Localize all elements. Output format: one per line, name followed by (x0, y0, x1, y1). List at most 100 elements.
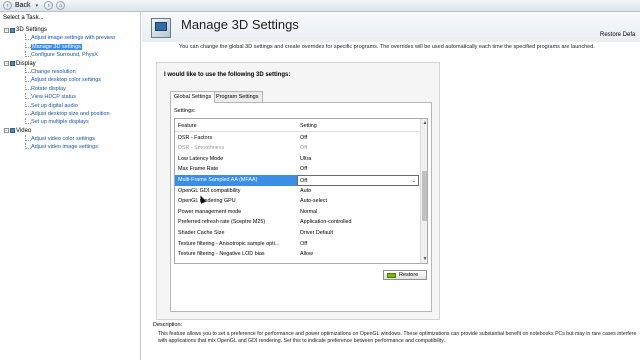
table-row-selected[interactable]: Multi-Frame Sampled AA (MFAA) Off ⌄ (175, 175, 420, 186)
setting-cell: Off (300, 134, 308, 141)
sidebar-item-manage-3d-settings[interactable]: Manage 3D settings (0, 42, 140, 51)
table-row[interactable]: Preferred refresh rate (Sceptre M25) App… (175, 217, 420, 228)
category-label: Video (16, 127, 32, 134)
sidebar-item-desktop-color[interactable]: Adjust desktop color settings (0, 76, 140, 84)
page-header: Manage 3D Settings Restore Defa (142, 12, 640, 42)
feature-cell: Power management mode (178, 208, 242, 215)
description-label: Description: (153, 322, 183, 328)
back-button-label[interactable]: Back (15, 2, 31, 9)
column-header-setting: Setting (300, 123, 317, 129)
tab-label: Global Settings (174, 94, 212, 100)
tab-global-settings[interactable]: Global Settings (170, 91, 216, 103)
sidebar-item-adjust-image-settings[interactable]: Adjust image settings with preview (0, 34, 140, 42)
setting-cell: Auto (300, 187, 312, 194)
setting-cell: Ultra (300, 155, 312, 162)
scroll-down-icon[interactable]: ▼ (421, 255, 427, 263)
feature-cell: Max Frame Rate (178, 166, 219, 173)
table-row[interactable]: Texture filtering - Anisotropic sample o… (175, 239, 420, 250)
sidebar-item-label: Set up digital audio (31, 102, 78, 109)
folder-icon (10, 61, 15, 67)
tree-category-video[interactable]: − Video (0, 127, 140, 135)
toolbar: ‹ Back ▾ › ⌂ (0, 0, 640, 12)
sidebar-item-label: Adjust desktop size and position (31, 110, 110, 117)
folder-icon (10, 27, 15, 33)
panel-label: I would like to use the following 3D set… (164, 72, 291, 78)
setting-cell: Driver Default (300, 230, 333, 236)
category-label: 3D Settings (16, 27, 48, 33)
table-row[interactable]: OpenGL rendering GPU Auto-select (175, 196, 420, 207)
setting-cell: Off (300, 240, 308, 247)
restore-button-label: Restore (399, 272, 419, 278)
setting-cell: Off (300, 145, 308, 152)
arrow-left-icon[interactable]: ‹ (3, 1, 12, 10)
arrow-right-icon[interactable]: › (44, 1, 54, 10)
chevron-down-icon[interactable]: ▾ (36, 3, 39, 9)
sidebar-item-change-resolution[interactable]: Change resolution (0, 67, 140, 76)
table-row[interactable]: Max Frame Rate Off (175, 164, 420, 175)
table-row[interactable]: Shader Cache Size Driver Default (175, 228, 420, 239)
sidebar-item-video-image[interactable]: Adjust video image settings (0, 143, 140, 151)
restore-defaults-link[interactable]: Restore Defa (600, 32, 635, 38)
sidebar-item-label: Set up multiple displays (31, 119, 89, 126)
scroll-up-icon[interactable]: ▲ (421, 119, 427, 127)
sidebar-item-label: Change resolution (31, 68, 76, 75)
grid-header: Feature Setting (175, 121, 420, 132)
sidebar-item-label: Adjust desktop color settings (31, 77, 102, 84)
settings-label: Settings: (174, 108, 196, 114)
category-label: Display (16, 60, 36, 67)
folder-icon (10, 128, 15, 134)
feature-cell-selected[interactable]: Multi-Frame Sampled AA (MFAA) (175, 175, 297, 186)
scroll-thumb[interactable] (422, 171, 427, 221)
sidebar-item-label: View HDCP status (31, 94, 77, 101)
feature-cell: DSR - Factors (178, 134, 213, 141)
sidebar-title: Select a Task... (3, 15, 44, 21)
collapse-icon[interactable]: − (4, 128, 9, 134)
home-icon[interactable]: ⌂ (56, 1, 66, 10)
sidebar-item-desktop-size[interactable]: Adjust desktop size and position (0, 109, 140, 118)
setting-cell: Off (300, 166, 308, 173)
sidebar-item-rotate-display[interactable]: Rotate display (0, 84, 140, 93)
setting-cell: Application-controlled (300, 219, 352, 226)
sidebar-item-hdcp-status[interactable]: View HDCP status (0, 93, 140, 101)
vertical-scrollbar[interactable]: ▲ ▼ (420, 119, 427, 263)
feature-cell: Texture filtering - Negative LOD bias (178, 251, 265, 258)
sidebar-item-video-color[interactable]: Adjust video color settings (0, 135, 140, 143)
page-title: Manage 3D Settings (181, 17, 299, 32)
feature-cell: Texture filtering - Anisotropic sample o… (178, 240, 280, 247)
feature-cell: Shader Cache Size (178, 230, 225, 236)
feature-cell: Preferred refresh rate (Sceptre M25) (178, 219, 266, 226)
tree-category-display[interactable]: − Display (0, 60, 140, 68)
sidebar-item-multiple-displays[interactable]: Set up multiple displays (0, 118, 140, 126)
sidebar-item-label: Rotate display (31, 85, 66, 92)
feature-cell: OpenGL rendering GPU (178, 198, 236, 205)
table-row[interactable]: Low Latency Mode Ultra (175, 154, 420, 165)
table-row[interactable]: Power management mode Normal (175, 207, 420, 218)
sidebar-item-label: Configure Surround, PhysX (31, 52, 98, 59)
collapse-icon[interactable]: − (4, 27, 9, 33)
feature-cell: Multi-Frame Sampled AA (MFAA) (178, 177, 258, 183)
settings-grid: Feature Setting DSR - Factors Off DSR - … (174, 118, 428, 264)
3d-settings-icon (151, 18, 171, 38)
sidebar-item-configure-surround[interactable]: Configure Surround, PhysX (0, 51, 140, 59)
sidebar-item-label: Adjust video color settings (31, 136, 95, 143)
sidebar-item-label: Adjust video image settings (31, 144, 98, 151)
tree-category-3d-settings[interactable]: − 3D Settings (0, 26, 140, 34)
nvidia-icon (387, 272, 396, 278)
intro-text: You can change the global 3D settings an… (179, 44, 595, 50)
sidebar-item-digital-audio[interactable]: Set up digital audio (0, 101, 140, 110)
feature-cell: DSR - Smoothness (178, 145, 225, 152)
collapse-icon[interactable]: − (4, 61, 9, 67)
table-row[interactable]: OpenGL GDI compatibility Auto (175, 186, 420, 197)
tab-program-settings[interactable]: Program Settings (212, 91, 263, 102)
setting-cell: Allow (300, 251, 313, 258)
table-row[interactable]: Texture filtering - Negative LOD bias Al… (175, 249, 420, 260)
restore-button[interactable]: Restore (383, 270, 427, 280)
column-header-feature: Feature (178, 123, 197, 129)
table-row[interactable]: DSR - Smoothness Off (175, 143, 420, 154)
setting-cell: Normal (300, 208, 318, 215)
table-row[interactable]: DSR - Factors Off (175, 133, 420, 144)
sidebar-item-label: Manage 3D settings (31, 43, 82, 50)
task-tree: − 3D Settings Adjust image settings with… (0, 26, 140, 152)
description-text: This feature allows you to set a prefere… (158, 331, 637, 344)
setting-dropdown[interactable]: Off ⌄ (297, 175, 419, 186)
